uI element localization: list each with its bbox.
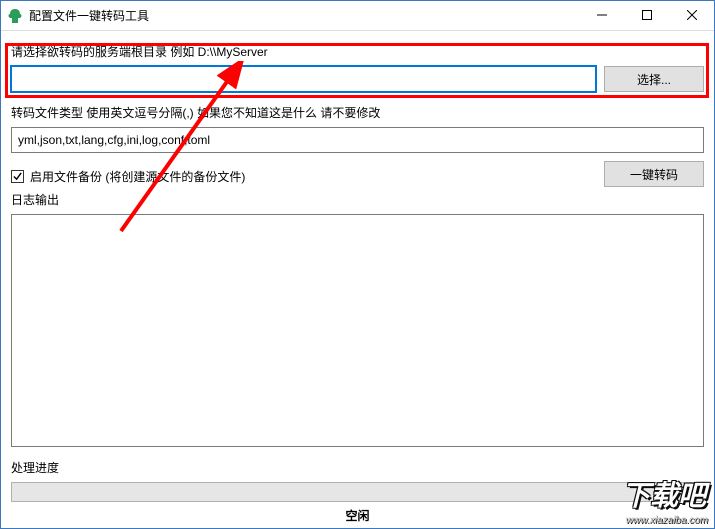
maximize-button[interactable] — [624, 1, 669, 29]
app-window: 配置文件一键转码工具 请选择欲转码的服务端根目录 例如 D:\\MyServer… — [0, 0, 715, 529]
close-button[interactable] — [669, 1, 714, 29]
root-dir-label: 请选择欲转码的服务端根目录 例如 D:\\MyServer — [11, 43, 704, 60]
file-types-label: 转码文件类型 使用英文逗号分隔(,) 如果您不知道这是什么 请不要修改 — [11, 104, 704, 121]
file-types-input[interactable] — [11, 127, 704, 153]
progress-bar — [11, 482, 704, 502]
window-title: 配置文件一键转码工具 — [29, 7, 579, 24]
window-controls — [579, 1, 714, 30]
root-dir-input[interactable] — [11, 66, 596, 92]
titlebar: 配置文件一键转码工具 — [1, 1, 714, 31]
app-icon — [7, 8, 23, 24]
convert-button[interactable]: 一键转码 — [604, 161, 704, 187]
backup-checkbox[interactable] — [11, 170, 24, 183]
log-output-area[interactable] — [11, 214, 704, 447]
progress-label: 处理进度 — [11, 459, 704, 476]
log-output-label: 日志输出 — [11, 191, 704, 208]
minimize-button[interactable] — [579, 1, 624, 29]
status-text: 空闲 — [11, 502, 704, 528]
backup-checkbox-label: 启用文件备份 (将创建源文件的备份文件) — [30, 168, 245, 185]
window-body: 请选择欲转码的服务端根目录 例如 D:\\MyServer 选择... 转码文件… — [1, 31, 714, 528]
choose-button[interactable]: 选择... — [604, 66, 704, 92]
